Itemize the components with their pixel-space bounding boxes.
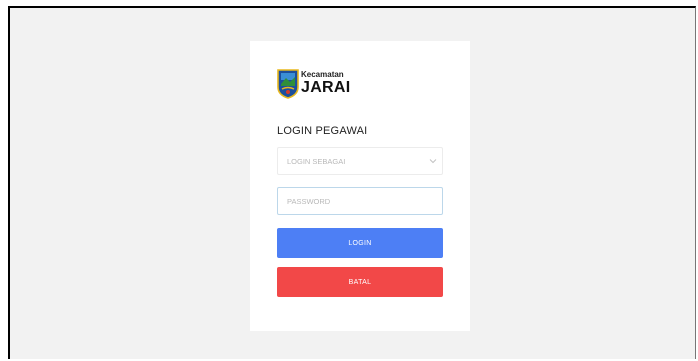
brand-subtitle: Kecamatan (301, 70, 344, 79)
chevron-down-icon (429, 159, 437, 164)
brand-name: JARAI (301, 79, 351, 96)
form-title: LOGIN PEGAWAI (277, 125, 368, 137)
browser-viewport: Kecamatan JARAI LOGIN PEGAWAI LOGIN SEBA… (8, 6, 696, 359)
login-card: Kecamatan JARAI LOGIN PEGAWAI LOGIN SEBA… (250, 41, 470, 331)
brand-logo: Kecamatan JARAI (277, 69, 351, 105)
regency-shield-icon (277, 69, 299, 99)
brand-text: Kecamatan JARAI (301, 69, 351, 96)
login-role-selected-value: LOGIN SEBAGAI (287, 156, 346, 166)
password-input[interactable] (277, 187, 443, 215)
cancel-button[interactable]: BATAL (277, 267, 443, 297)
login-button[interactable]: LOGIN (277, 228, 443, 258)
login-role-select[interactable]: LOGIN SEBAGAI (277, 147, 443, 175)
